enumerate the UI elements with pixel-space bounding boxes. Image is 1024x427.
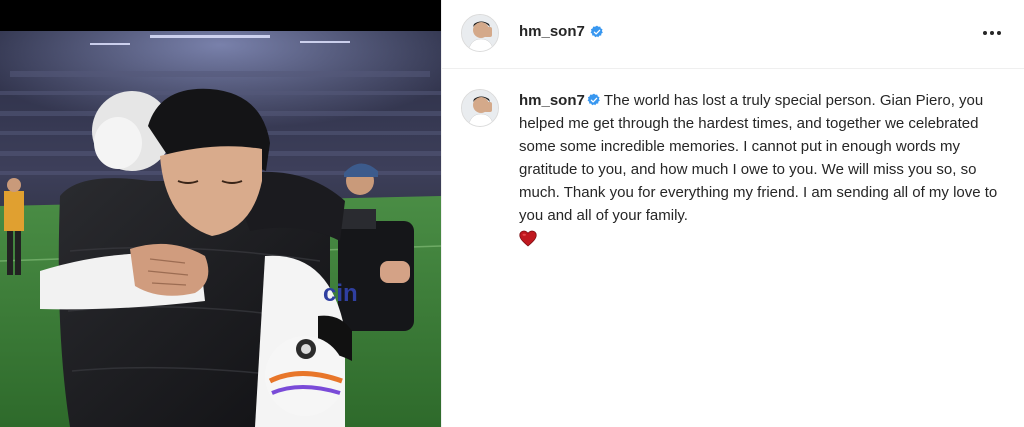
sponsor-text: cin <box>323 280 358 307</box>
red-heart-icon <box>519 230 537 247</box>
post-media[interactable]: cin <box>0 0 441 427</box>
post-header: hm_son7 <box>442 0 1024 69</box>
caption-username[interactable]: hm_son7 <box>519 92 585 109</box>
verified-badge-icon <box>590 25 603 37</box>
username-link[interactable]: hm_son7 <box>519 23 604 40</box>
instagram-post: cin hm_son7 hm_son7 The world has lost a… <box>0 0 1024 427</box>
post-caption: hm_son7 The world has lost a truly speci… <box>519 89 999 247</box>
avatar[interactable] <box>461 14 499 52</box>
photo-illustration: cin <box>0 31 441 427</box>
avatar[interactable] <box>461 89 499 127</box>
post-photo[interactable]: cin <box>0 31 441 427</box>
more-options-button[interactable] <box>979 20 1005 46</box>
post-details-panel: hm_son7 hm_son7 The world has lost a tru… <box>441 0 1024 427</box>
caption-text: The world has lost a truly special perso… <box>519 92 998 224</box>
verified-badge-icon <box>587 93 600 106</box>
profile-picture <box>462 15 498 51</box>
more-horizontal-icon <box>983 31 987 35</box>
media-top-bar <box>0 0 441 31</box>
profile-picture <box>462 90 498 126</box>
username-text[interactable]: hm_son7 <box>519 23 585 40</box>
